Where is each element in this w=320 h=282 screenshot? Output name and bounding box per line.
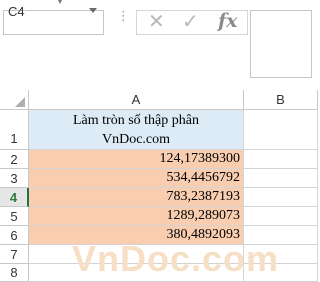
row-header-2[interactable]: 2 — [0, 150, 29, 169]
cancel-icon[interactable]: ✕ — [148, 12, 165, 32]
cell-a1[interactable]: Làm tròn số thập phân VnDoc.com — [29, 110, 244, 150]
enter-check-icon[interactable]: ✓ — [182, 12, 199, 32]
cell-a5[interactable]: 1289,289073 — [29, 207, 244, 226]
row-header-5[interactable]: 5 — [0, 207, 29, 226]
name-box-dropdown-icon[interactable] — [89, 8, 97, 13]
cell-a1-line2: VnDoc.com — [101, 132, 171, 147]
cell-b1[interactable] — [244, 110, 318, 150]
cell-b4[interactable] — [244, 188, 318, 207]
cell-b2[interactable] — [244, 150, 318, 169]
cell-a2[interactable]: 124,17389300 — [29, 150, 244, 169]
name-box-value: C4 — [8, 4, 25, 19]
row-header-7[interactable]: 7 — [0, 245, 29, 264]
row-header-4[interactable]: 4 — [0, 188, 29, 207]
column-header-a[interactable]: A — [29, 90, 244, 110]
column-header-b[interactable]: B — [244, 90, 318, 110]
row-header-3[interactable]: 3 — [0, 169, 29, 188]
cell-a3[interactable]: 534,4456792 — [29, 169, 244, 188]
insert-function-icon[interactable]: fx — [218, 11, 238, 31]
row-header-8[interactable]: 8 — [0, 264, 29, 282]
cell-a4[interactable]: 783,2387193 — [29, 188, 244, 207]
formula-bar-resize-icon[interactable]: ⋮ — [117, 9, 130, 22]
row-header-1[interactable]: 1 — [0, 110, 29, 150]
formula-input[interactable] — [250, 10, 312, 78]
cell-a1-line1: Làm tròn số thập phân — [73, 113, 199, 128]
cell-b5[interactable] — [244, 207, 318, 226]
row-header-6[interactable]: 6 — [0, 226, 29, 245]
cell-b3[interactable] — [244, 169, 318, 188]
select-all-triangle-icon — [15, 97, 25, 107]
watermark: VnDoc.com — [72, 238, 280, 279]
